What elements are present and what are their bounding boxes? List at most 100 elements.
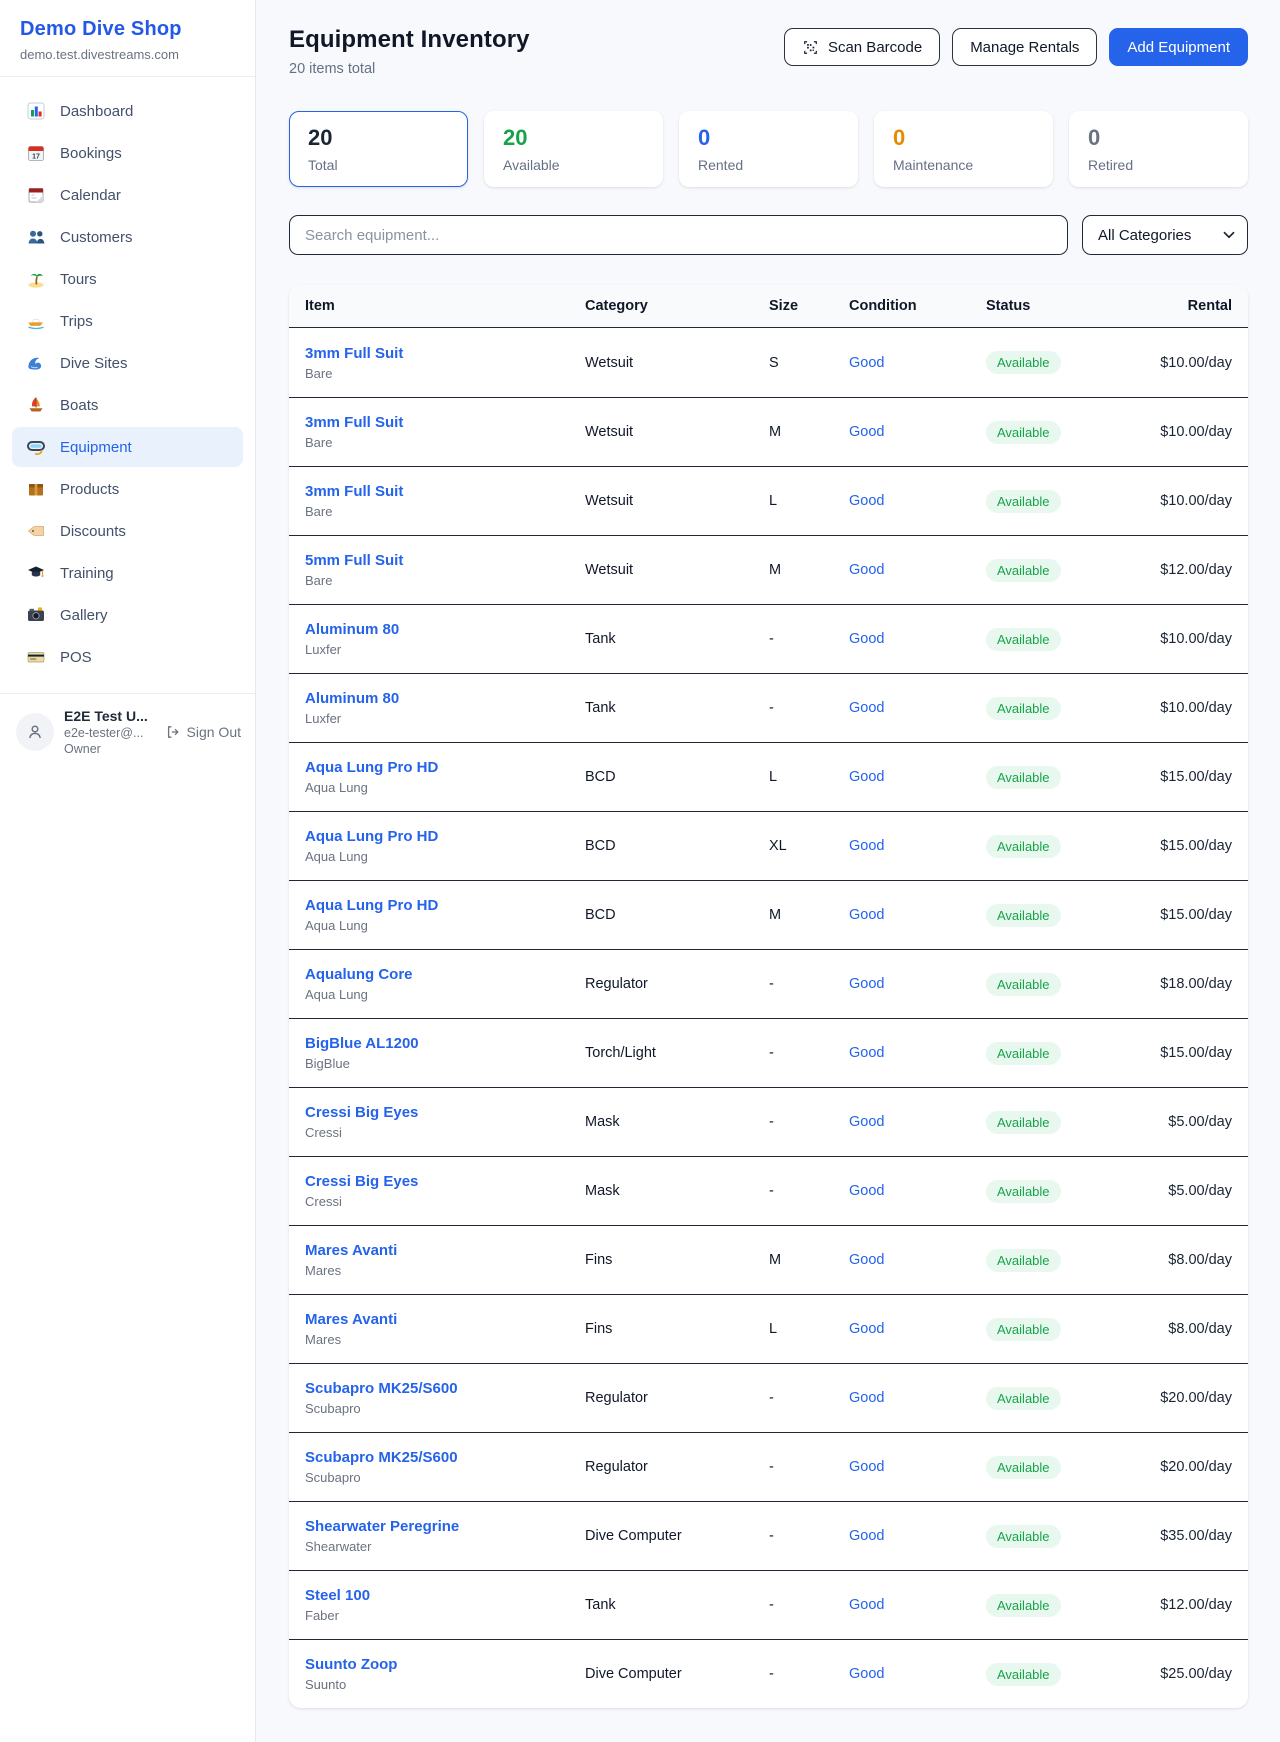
sidebar-item-customers[interactable]: Customers	[12, 217, 243, 257]
rental-price: $10.00/day	[1146, 493, 1232, 509]
item-link[interactable]: 3mm Full Suit	[305, 414, 403, 431]
item-link[interactable]: Aqualung Core	[305, 966, 413, 983]
item-link[interactable]: Aqua Lung Pro HD	[305, 759, 438, 776]
condition-link[interactable]: Good	[849, 1390, 884, 1406]
item-link[interactable]: Steel 100	[305, 1587, 370, 1604]
sidebar-item-calendar[interactable]: Calendar	[12, 175, 243, 215]
column-header-status: Status	[986, 298, 1146, 314]
table-row: Mares AvantiMaresFinsMGoodAvailable$8.00…	[289, 1225, 1248, 1294]
condition-link[interactable]: Good	[849, 1321, 884, 1337]
condition-link[interactable]: Good	[849, 562, 884, 578]
category-cell: Tank	[585, 700, 769, 716]
item-link[interactable]: Suunto Zoop	[305, 1656, 397, 1673]
stat-card-maintenance[interactable]: 0Maintenance	[874, 111, 1053, 187]
item-brand: Bare	[305, 504, 585, 519]
condition-link[interactable]: Good	[849, 424, 884, 440]
manage-rentals-button[interactable]: Manage Rentals	[952, 28, 1097, 66]
add-equipment-button[interactable]: Add Equipment	[1109, 28, 1248, 66]
item-brand: Aqua Lung	[305, 987, 585, 1002]
sidebar-item-products[interactable]: Products	[12, 469, 243, 509]
size-cell: L	[769, 1321, 849, 1337]
sidebar-item-label: Tours	[60, 271, 97, 288]
sidebar-item-equipment[interactable]: Equipment	[12, 427, 243, 467]
stat-value: 0	[698, 125, 839, 151]
item-link[interactable]: Mares Avanti	[305, 1242, 397, 1259]
sidebar-item-boats[interactable]: Boats	[12, 385, 243, 425]
item-link[interactable]: Mares Avanti	[305, 1311, 397, 1328]
sign-out-button[interactable]: Sign Out	[165, 724, 241, 740]
sidebar-item-gallery[interactable]: Gallery	[12, 595, 243, 635]
condition-link[interactable]: Good	[849, 1459, 884, 1475]
scan-barcode-button[interactable]: Scan Barcode	[784, 28, 940, 66]
category-cell: Mask	[585, 1114, 769, 1130]
rental-price: $15.00/day	[1146, 838, 1232, 854]
item-link[interactable]: Aqua Lung Pro HD	[305, 828, 438, 845]
item-link[interactable]: 3mm Full Suit	[305, 483, 403, 500]
condition-link[interactable]: Good	[849, 1528, 884, 1544]
category-cell: Tank	[585, 631, 769, 647]
condition-link[interactable]: Good	[849, 631, 884, 647]
item-link[interactable]: BigBlue AL1200	[305, 1035, 419, 1052]
column-header-size: Size	[769, 298, 849, 314]
sidebar-item-discounts[interactable]: Discounts	[12, 511, 243, 551]
main-content: Equipment Inventory 20 items total Scan …	[257, 0, 1280, 1708]
sidebar-item-tours[interactable]: Tours	[12, 259, 243, 299]
condition-link[interactable]: Good	[849, 769, 884, 785]
condition-link[interactable]: Good	[849, 493, 884, 509]
stat-card-available[interactable]: 20Available	[484, 111, 663, 187]
item-link[interactable]: Aqua Lung Pro HD	[305, 897, 438, 914]
item-link[interactable]: Aluminum 80	[305, 621, 399, 638]
status-badge: Available	[986, 490, 1061, 513]
sidebar-item-label: Trips	[60, 313, 93, 330]
sidebar-item-label: Bookings	[60, 145, 122, 162]
item-link[interactable]: Shearwater Peregrine	[305, 1518, 459, 1535]
sidebar-item-bookings[interactable]: 17Bookings	[12, 133, 243, 173]
category-cell: Wetsuit	[585, 493, 769, 509]
item-link[interactable]: Aluminum 80	[305, 690, 399, 707]
rental-price: $20.00/day	[1146, 1459, 1232, 1475]
sidebar-item-trips[interactable]: Trips	[12, 301, 243, 341]
condition-link[interactable]: Good	[849, 1045, 884, 1061]
sidebar-item-training[interactable]: Training	[12, 553, 243, 593]
sidebar-item-dive-sites[interactable]: Dive Sites	[12, 343, 243, 383]
stat-card-total[interactable]: 20Total	[289, 111, 468, 187]
condition-link[interactable]: Good	[849, 907, 884, 923]
size-cell: -	[769, 1666, 849, 1682]
item-link[interactable]: Cressi Big Eyes	[305, 1104, 418, 1121]
rental-price: $18.00/day	[1146, 976, 1232, 992]
search-input[interactable]	[289, 215, 1068, 255]
item-brand: Bare	[305, 435, 585, 450]
sidebar-item-label: POS	[60, 649, 92, 666]
user-role: Owner	[64, 742, 155, 756]
sidebar-item-pos[interactable]: POS	[12, 637, 243, 677]
condition-link[interactable]: Good	[849, 1114, 884, 1130]
item-link[interactable]: Scubapro MK25/S600	[305, 1380, 458, 1397]
table-row: Aqua Lung Pro HDAqua LungBCDLGoodAvailab…	[289, 742, 1248, 811]
stat-card-rented[interactable]: 0Rented	[679, 111, 858, 187]
category-select[interactable]: All Categories	[1082, 215, 1248, 255]
condition-link[interactable]: Good	[849, 1597, 884, 1613]
sidebar-item-dashboard[interactable]: Dashboard	[12, 91, 243, 131]
rental-price: $10.00/day	[1146, 424, 1232, 440]
size-cell: -	[769, 1390, 849, 1406]
condition-link[interactable]: Good	[849, 355, 884, 371]
status-badge: Available	[986, 1249, 1061, 1272]
rental-price: $10.00/day	[1146, 700, 1232, 716]
size-cell: M	[769, 1252, 849, 1268]
pos-card-icon	[26, 647, 46, 667]
condition-link[interactable]: Good	[849, 1183, 884, 1199]
condition-link[interactable]: Good	[849, 700, 884, 716]
condition-link[interactable]: Good	[849, 976, 884, 992]
item-link[interactable]: Scubapro MK25/S600	[305, 1449, 458, 1466]
condition-link[interactable]: Good	[849, 838, 884, 854]
item-brand: Scubapro	[305, 1401, 585, 1416]
item-link[interactable]: Cressi Big Eyes	[305, 1173, 418, 1190]
category-cell: BCD	[585, 769, 769, 785]
condition-link[interactable]: Good	[849, 1666, 884, 1682]
size-cell: -	[769, 1183, 849, 1199]
item-link[interactable]: 5mm Full Suit	[305, 552, 403, 569]
category-cell: Fins	[585, 1252, 769, 1268]
stat-card-retired[interactable]: 0Retired	[1069, 111, 1248, 187]
item-link[interactable]: 3mm Full Suit	[305, 345, 403, 362]
condition-link[interactable]: Good	[849, 1252, 884, 1268]
